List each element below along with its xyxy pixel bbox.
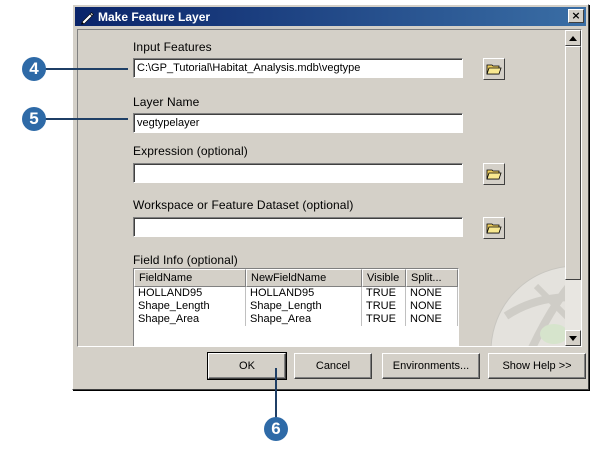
scroll-thumb[interactable] xyxy=(565,46,581,280)
pencil-icon xyxy=(81,11,94,24)
show-help-button[interactable]: Show Help >> xyxy=(488,353,586,379)
field-info-table[interactable]: FieldName NewFieldName Visible Split... … xyxy=(133,268,459,346)
cancel-button[interactable]: Cancel xyxy=(294,353,372,379)
table-cell[interactable]: TRUE xyxy=(362,300,406,313)
table-cell[interactable]: HOLLAND95 xyxy=(134,287,246,300)
callout-6: 6 xyxy=(264,417,288,441)
workspace-label: Workspace or Feature Dataset (optional) xyxy=(133,198,354,212)
environments-button[interactable]: Environments... xyxy=(382,353,480,379)
dialog-title: Make Feature Layer xyxy=(98,9,211,24)
workspace-field[interactable] xyxy=(133,217,463,237)
table-cell[interactable]: Shape_Area xyxy=(246,313,362,326)
callout-4-leader xyxy=(38,68,128,70)
title-bar[interactable]: Make Feature Layer × xyxy=(75,7,586,26)
table-cell[interactable]: NONE xyxy=(406,287,458,300)
table-cell[interactable]: HOLLAND95 xyxy=(246,287,362,300)
close-button[interactable]: × xyxy=(568,9,584,23)
expression-field[interactable] xyxy=(133,163,463,183)
column-header-newfieldname[interactable]: NewFieldName xyxy=(246,269,362,287)
parameters-panel: Input Features C:\GP_Tutorial\Habitat_An… xyxy=(77,29,582,347)
table-cell[interactable]: Shape_Length xyxy=(134,300,246,313)
table-row[interactable]: HOLLAND95 HOLLAND95 TRUE NONE xyxy=(134,287,458,300)
column-header-fieldname[interactable]: FieldName xyxy=(134,269,246,287)
table-row[interactable]: Shape_Length Shape_Length TRUE NONE xyxy=(134,300,458,313)
workspace-browse-button[interactable] xyxy=(483,217,505,239)
field-info-label: Field Info (optional) xyxy=(133,253,238,267)
table-cell[interactable]: TRUE xyxy=(362,287,406,300)
table-cell[interactable]: Shape_Area xyxy=(134,313,246,326)
column-header-visible[interactable]: Visible xyxy=(362,269,406,287)
scroll-up-button[interactable] xyxy=(565,30,581,46)
table-cell[interactable]: Shape_Length xyxy=(246,300,362,313)
callout-5: 5 xyxy=(22,107,46,131)
column-header-split[interactable]: Split... xyxy=(406,269,458,287)
input-features-label: Input Features xyxy=(133,40,212,54)
callout-5-leader xyxy=(38,118,128,120)
expression-label: Expression (optional) xyxy=(133,144,248,158)
table-cell[interactable]: NONE xyxy=(406,313,458,326)
arrow-down-icon xyxy=(569,335,577,341)
scroll-down-button[interactable] xyxy=(565,330,581,346)
close-icon: × xyxy=(571,9,581,22)
callout-6-leader xyxy=(275,368,277,418)
make-feature-layer-dialog: Make Feature Layer × Input Features C:\G… xyxy=(72,4,589,390)
open-folder-icon xyxy=(486,223,502,234)
vertical-scrollbar[interactable] xyxy=(565,30,581,346)
table-cell[interactable]: TRUE xyxy=(362,313,406,326)
table-row[interactable]: Shape_Area Shape_Area TRUE NONE xyxy=(134,313,458,326)
input-features-browse-button[interactable] xyxy=(483,58,505,80)
table-cell[interactable]: NONE xyxy=(406,300,458,313)
callout-4: 4 xyxy=(22,57,46,81)
arrow-up-icon xyxy=(569,35,577,41)
layer-name-field[interactable]: vegtypelayer xyxy=(133,113,463,133)
open-folder-icon xyxy=(486,64,502,75)
layer-name-label: Layer Name xyxy=(133,95,200,109)
input-features-field[interactable]: C:\GP_Tutorial\Habitat_Analysis.mdb\vegt… xyxy=(133,58,463,78)
table-header-row: FieldName NewFieldName Visible Split... xyxy=(134,269,458,287)
expression-browse-button[interactable] xyxy=(483,163,505,185)
open-folder-icon xyxy=(486,169,502,180)
